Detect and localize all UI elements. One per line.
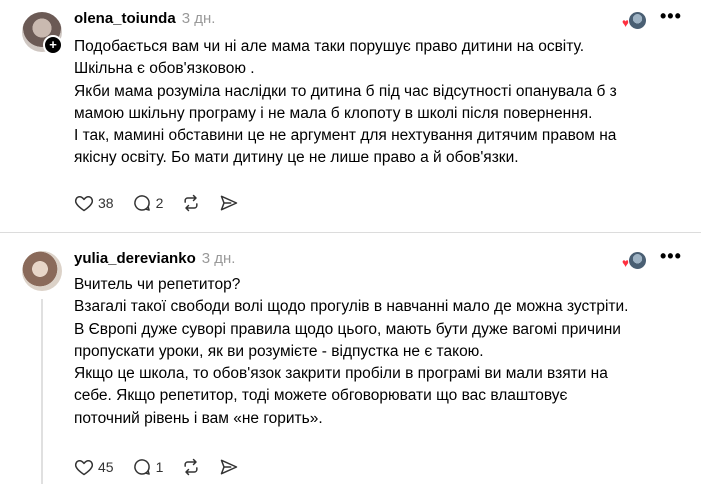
text-line: себе. Якщо репетитор, тоді можете обгово… (74, 387, 568, 405)
author-liked-badge: ♥ (622, 251, 647, 271)
timestamp: 3 дн. (201, 250, 236, 267)
like-button[interactable]: 38 (74, 193, 114, 213)
reply-button[interactable]: 2 (132, 193, 164, 213)
text-line: І так, мамині обставини це не аргумент д… (74, 127, 617, 145)
username-text[interactable]: olena_toiunda (74, 10, 176, 27)
username[interactable]: olena_toiunda 3 дн. (74, 10, 215, 27)
send-icon (221, 195, 238, 211)
text-line: поточний рівень і вам «не горить». (74, 409, 323, 427)
send-icon (221, 459, 238, 475)
text-line: Якби мама розуміла наслідки то дитина б … (74, 82, 617, 100)
like-button[interactable]: 45 (74, 457, 114, 477)
like-count: 45 (98, 459, 114, 475)
username-text[interactable]: yulia_derevianko (74, 250, 196, 267)
author-mini-avatar (628, 11, 647, 30)
text-line: якісну освіту. Бо мати дитину це не лише… (74, 149, 519, 167)
more-options-icon[interactable]: ••• (660, 6, 682, 27)
post-olena: + olena_toiunda 3 дн. ♥ ••• Подобається в… (0, 0, 701, 230)
author-mini-avatar (628, 251, 647, 270)
avatar[interactable] (22, 251, 62, 291)
repost-icon (184, 458, 198, 476)
reply-button[interactable]: 1 (132, 457, 164, 477)
share-button[interactable] (219, 193, 239, 213)
action-bar: 45 1 (74, 455, 257, 479)
more-options-icon[interactable]: ••• (660, 246, 682, 267)
reply-count: 2 (155, 195, 164, 211)
heart-icon (74, 196, 94, 212)
thread-line (41, 299, 43, 484)
post-text: Вчитель чи репетитор? Взагалі такої своб… (74, 274, 694, 430)
action-bar: 38 2 (74, 191, 257, 215)
post-yulia: yulia_derevianko 3 дн. ♥ ••• Вчитель чи р… (0, 233, 701, 491)
repost-button[interactable] (181, 193, 201, 213)
text-line: Взагалі такої свободи волі щодо прогулів… (74, 298, 629, 316)
text-line: мамою шкільну програму і не мала б клопо… (74, 104, 593, 122)
comment-icon (133, 195, 150, 211)
like-count: 38 (98, 195, 114, 211)
post-text: Подобається вам чи ні але мама таки пору… (74, 36, 694, 170)
text-line: В Європі дуже суворі правила щодо цього,… (74, 320, 621, 338)
text-line: Шкільна є обов'язковою . (74, 60, 255, 78)
repost-icon (184, 194, 198, 212)
text-line: Вчитель чи репетитор? (74, 276, 241, 293)
follow-plus-icon[interactable]: + (43, 35, 63, 55)
author-liked-badge: ♥ (622, 11, 647, 31)
comment-icon (133, 459, 150, 475)
text-line: Якщо це школа, то обов'язок закрити проб… (74, 365, 608, 383)
reply-count: 1 (155, 459, 164, 475)
text-line: Подобається вам чи ні але мама таки пору… (74, 38, 585, 55)
heart-icon (74, 460, 94, 476)
username[interactable]: yulia_derevianko 3 дн. (74, 250, 235, 267)
timestamp: 3 дн. (181, 10, 216, 27)
share-button[interactable] (219, 457, 239, 477)
repost-button[interactable] (181, 457, 201, 477)
text-line: пропускати уроки, як ви розумієте - відп… (74, 342, 484, 360)
